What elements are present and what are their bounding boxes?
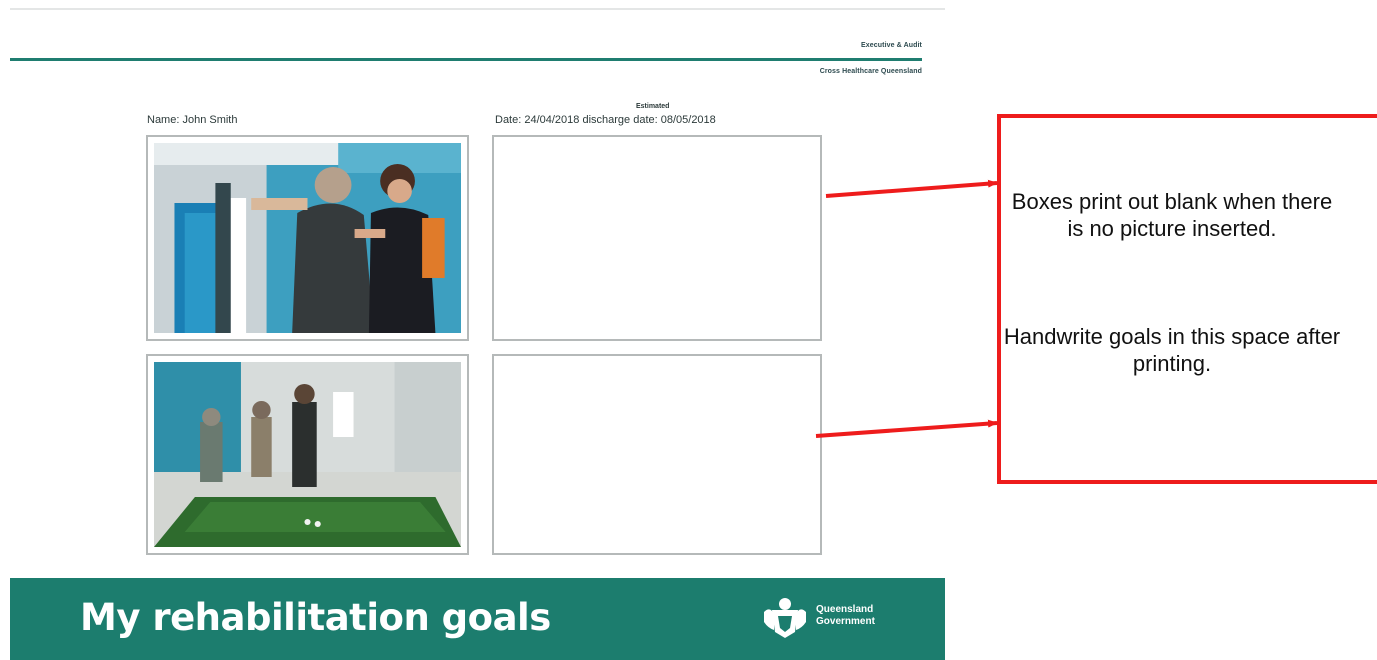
photo-putting-practice	[154, 362, 461, 547]
name-field: Name: John Smith	[147, 114, 238, 126]
goal-photo-2	[146, 354, 469, 555]
header-department: Executive & Audit	[861, 42, 922, 49]
government-name: Queensland Government	[816, 604, 936, 628]
banner-title: My rehabilitation goals	[80, 596, 551, 639]
government-name-line-2: Government	[816, 616, 875, 627]
header-rule	[10, 58, 922, 61]
callout-text-handwrite: Handwrite goals in this space after prin…	[1003, 324, 1341, 376]
government-name-line-1: Queensland	[816, 604, 874, 615]
header-organisation: Cross Healthcare Queensland	[819, 68, 922, 75]
date-field: Date: 24/04/2018 discharge date: 08/05/2…	[495, 114, 716, 126]
estimated-label: Estimated	[636, 103, 670, 110]
goal-photo-1	[146, 135, 469, 341]
document-page: Executive & Audit Cross Healthcare Queen…	[0, 0, 950, 660]
goal-writing-box-2	[492, 354, 822, 555]
goal-writing-box-1	[492, 135, 822, 341]
callout-text-blank-boxes: Boxes print out blank when there is no p…	[1011, 189, 1333, 241]
title-banner: My rehabilitation goals Queensland Gover…	[10, 578, 945, 660]
top-border-line	[10, 8, 945, 10]
annotation-callout: Boxes print out blank when there is no p…	[997, 114, 1377, 484]
queensland-crest-icon	[764, 598, 806, 638]
photo-therapy-session	[154, 143, 461, 333]
